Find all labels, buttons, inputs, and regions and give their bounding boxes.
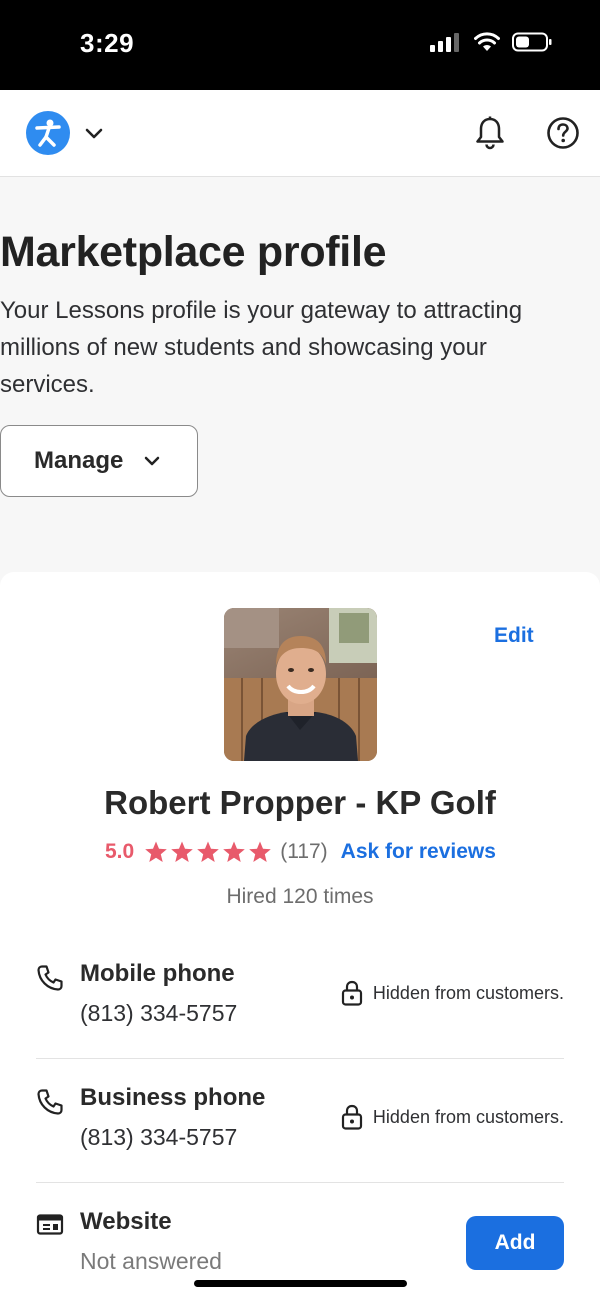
mobile-phone-row[interactable]: Mobile phone (813) 334-5757 Hidden from … [36, 960, 564, 1040]
phone-icon [37, 965, 63, 991]
visibility-text: Hidden from customers. [372, 982, 564, 1003]
business-phone-label: Business phone [80, 1084, 266, 1111]
rating-row: 5.0 (117) Ask for reviews [105, 840, 496, 864]
mobile-phone-value: (813) 334-5757 [80, 1000, 238, 1026]
manage-button[interactable]: Manage [0, 425, 198, 497]
lock-icon [341, 1104, 363, 1130]
visibility-tag: Hidden from customers. [341, 980, 564, 1006]
visibility-text: Hidden from customers. [372, 1106, 564, 1127]
ask-for-reviews-link[interactable]: Ask for reviews [341, 840, 496, 864]
person-logo-icon[interactable] [26, 111, 70, 155]
website-label: Website [80, 1208, 172, 1235]
chevron-down-icon[interactable] [84, 123, 104, 143]
status-time: 3:29 [80, 28, 135, 58]
battery-icon [512, 32, 552, 52]
signal-icon [430, 33, 459, 52]
wifi-icon [474, 32, 500, 51]
star-icon [249, 841, 272, 862]
star-icon [171, 841, 194, 862]
status-icons [430, 32, 552, 52]
mobile-phone-label: Mobile phone [80, 960, 235, 987]
page-title: Marketplace profile [0, 228, 387, 276]
rating-stars [144, 840, 272, 864]
chevron-down-icon [145, 456, 160, 466]
bell-icon[interactable] [474, 116, 506, 150]
hired-count: Hired 120 times [226, 885, 374, 908]
visibility-tag: Hidden from customers. [341, 1104, 564, 1130]
profile-card: Edit Robert Propper - KP Golf 5.0 (117) … [0, 572, 600, 1301]
home-indicator [194, 1280, 407, 1287]
manage-button-label: Manage [34, 447, 124, 474]
divider [36, 1182, 564, 1183]
divider [36, 1058, 564, 1059]
page-description: Your Lessons profile is your gateway to … [0, 297, 523, 398]
rating-score: 5.0 [105, 840, 135, 863]
star-icon [145, 841, 168, 862]
review-count: (117) [280, 840, 328, 863]
question-circle-icon[interactable] [546, 116, 580, 150]
edit-profile-link[interactable]: Edit [494, 624, 534, 648]
add-website-button[interactable]: Add [466, 1216, 564, 1270]
lock-icon [341, 980, 363, 1006]
star-icon [223, 841, 246, 862]
app-header [0, 90, 600, 177]
business-phone-value: (813) 334-5757 [80, 1124, 238, 1150]
profile-name: Robert Propper - KP Golf [104, 784, 496, 821]
website-value: Not answered [80, 1248, 222, 1274]
star-icon [197, 841, 220, 862]
phone-icon [37, 1089, 63, 1115]
status-bar: 3:29 [0, 0, 600, 90]
business-phone-row[interactable]: Business phone (813) 334-5757 Hidden fro… [36, 1084, 564, 1164]
avatar[interactable] [224, 608, 377, 761]
browser-window-icon [36, 1214, 64, 1235]
